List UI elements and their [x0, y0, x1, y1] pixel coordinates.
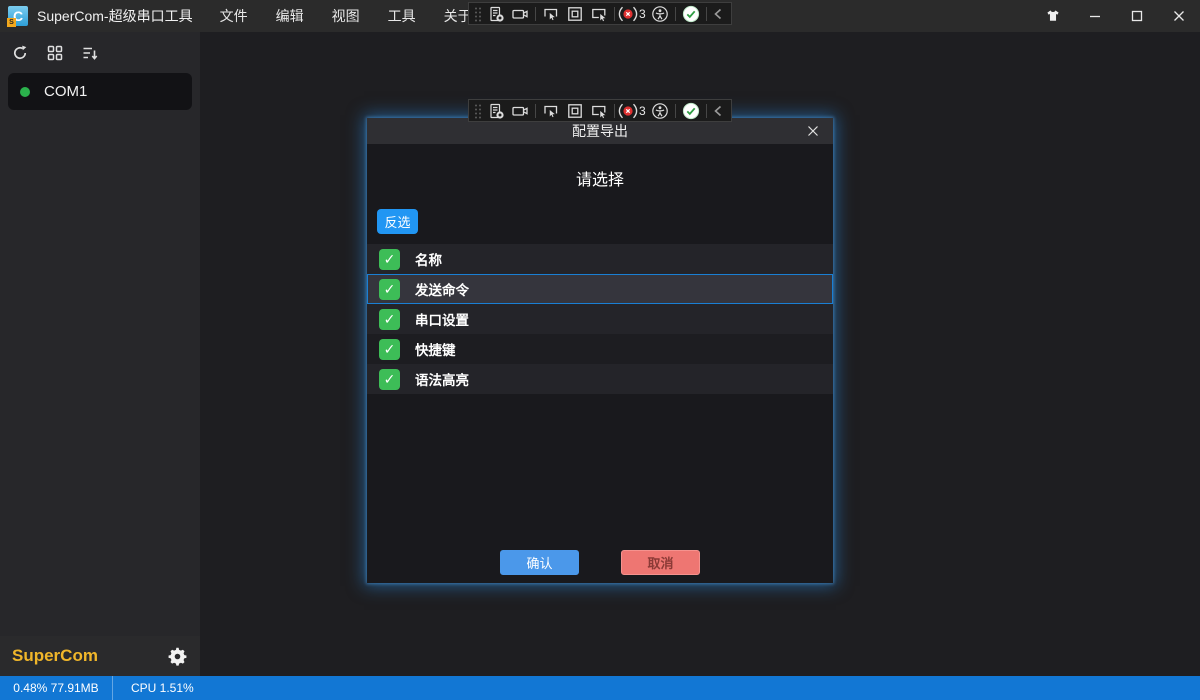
export-item-row-serial-settings[interactable]: ✓ 串口设置 [367, 304, 833, 334]
collapse-chevron-icon[interactable] [710, 100, 726, 121]
theme-skin-button[interactable] [1032, 0, 1074, 32]
menu-tools[interactable]: 工具 [374, 0, 430, 32]
cpu-usage-label: CPU 1.51% [113, 681, 194, 695]
checkbox-checked-icon[interactable]: ✓ [379, 309, 400, 330]
toolbar-separator [706, 104, 707, 118]
scroll-capture-icon[interactable] [484, 100, 508, 121]
statusbar: 0.48% 77.91MB CPU 1.51% [0, 676, 1200, 700]
sidebar-footer: SuperCom [0, 636, 200, 676]
minimize-icon [1087, 8, 1103, 24]
error-count-label: 3 [639, 104, 646, 118]
error-count-indicator[interactable]: 3 [618, 6, 648, 22]
maximize-icon [1129, 8, 1145, 24]
toolbar-separator [535, 104, 536, 118]
close-icon [1171, 8, 1187, 24]
menu-file[interactable]: 文件 [206, 0, 262, 32]
refresh-icon [11, 44, 29, 62]
gear-icon [167, 646, 188, 667]
dialog-prompt: 请选择 [367, 144, 833, 190]
port-status-dot [20, 87, 30, 97]
sort-descending-icon [81, 44, 99, 62]
capture-toolbar-floating[interactable]: 3 [468, 99, 732, 122]
export-item-row-name[interactable]: ✓ 名称 [367, 244, 833, 274]
toolbar-separator [706, 7, 707, 21]
error-count-indicator[interactable]: 3 [618, 103, 648, 119]
confirm-button[interactable]: 确认 [500, 550, 579, 575]
capture-toolbar-titlebar[interactable]: 3 [468, 2, 732, 25]
window-capture-icon[interactable] [587, 100, 611, 121]
settings-button[interactable] [167, 646, 188, 667]
error-count-label: 3 [639, 7, 646, 21]
export-item-label: 发送命令 [415, 279, 469, 299]
confirm-check-icon[interactable] [679, 100, 703, 121]
toolbar-separator [614, 7, 615, 21]
close-window-button[interactable] [1158, 0, 1200, 32]
tshirt-icon [1045, 8, 1061, 24]
grid-icon [46, 44, 64, 62]
export-item-row-send-commands[interactable]: ✓ 发送命令 [367, 274, 833, 304]
collapse-chevron-icon[interactable] [710, 3, 726, 24]
memory-usage-label: 0.48% 77.91MB [0, 681, 112, 695]
config-export-dialog: 配置导出 请选择 反选 ✓ 名称 ✓ 发送命令 ✓ 串口设置 ✓ 快捷键 ✓ 语… [367, 118, 833, 583]
brand-label: SuperCom [12, 646, 98, 666]
accessibility-icon[interactable] [648, 3, 672, 24]
dialog-title: 配置导出 [572, 121, 628, 141]
confirm-check-icon[interactable] [679, 3, 703, 24]
fixed-region-icon[interactable] [563, 100, 587, 121]
close-icon [806, 124, 820, 138]
accessibility-icon[interactable] [648, 100, 672, 121]
maximize-button[interactable] [1116, 0, 1158, 32]
select-region-icon[interactable] [539, 100, 563, 121]
grid-view-button[interactable] [45, 43, 65, 63]
port-name-label: COM1 [44, 83, 87, 100]
cancel-button[interactable]: 取消 [621, 550, 700, 575]
sort-list-button[interactable] [80, 43, 100, 63]
toolbar-separator [614, 104, 615, 118]
export-item-label: 名称 [415, 249, 442, 269]
dialog-footer: 确认 取消 [367, 550, 833, 575]
window-controls [1032, 0, 1200, 32]
minimize-button[interactable] [1074, 0, 1116, 32]
checkbox-checked-icon[interactable]: ✓ [379, 249, 400, 270]
drag-handle-icon[interactable] [472, 3, 484, 24]
refresh-ports-button[interactable] [10, 43, 30, 63]
fixed-region-icon[interactable] [563, 3, 587, 24]
checkbox-checked-icon[interactable]: ✓ [379, 369, 400, 390]
app-logo-icon: C S [8, 6, 28, 26]
menu-view[interactable]: 视图 [318, 0, 374, 32]
select-region-icon[interactable] [539, 3, 563, 24]
toolbar-separator [535, 7, 536, 21]
sidebar-item-com1[interactable]: COM1 [8, 73, 192, 110]
checkbox-checked-icon[interactable]: ✓ [379, 279, 400, 300]
record-camera-icon[interactable] [508, 100, 532, 121]
scroll-capture-icon[interactable] [484, 3, 508, 24]
sidebar-toolbar [0, 32, 200, 64]
invert-selection-button[interactable]: 反选 [377, 209, 418, 234]
export-item-list: ✓ 名称 ✓ 发送命令 ✓ 串口设置 ✓ 快捷键 ✓ 语法高亮 [367, 244, 833, 394]
app-logo-badge: S [7, 18, 16, 27]
menu-edit[interactable]: 编辑 [262, 0, 318, 32]
window-capture-icon[interactable] [587, 3, 611, 24]
toolbar-separator [675, 7, 676, 21]
record-camera-icon[interactable] [508, 3, 532, 24]
export-item-row-syntax-highlight[interactable]: ✓ 语法高亮 [367, 364, 833, 394]
export-item-label: 语法高亮 [415, 369, 469, 389]
checkbox-checked-icon[interactable]: ✓ [379, 339, 400, 360]
menubar: 文件 编辑 视图 工具 关于 [206, 0, 486, 32]
toolbar-separator [675, 104, 676, 118]
drag-handle-icon[interactable] [472, 100, 484, 121]
export-item-row-shortcuts[interactable]: ✓ 快捷键 [367, 334, 833, 364]
dialog-close-button[interactable] [801, 118, 825, 144]
export-item-label: 快捷键 [415, 339, 456, 359]
window-title: SuperCom-超级串口工具 [37, 6, 193, 26]
sidebar: COM1 SuperCom [0, 32, 200, 676]
export-item-label: 串口设置 [415, 309, 469, 329]
